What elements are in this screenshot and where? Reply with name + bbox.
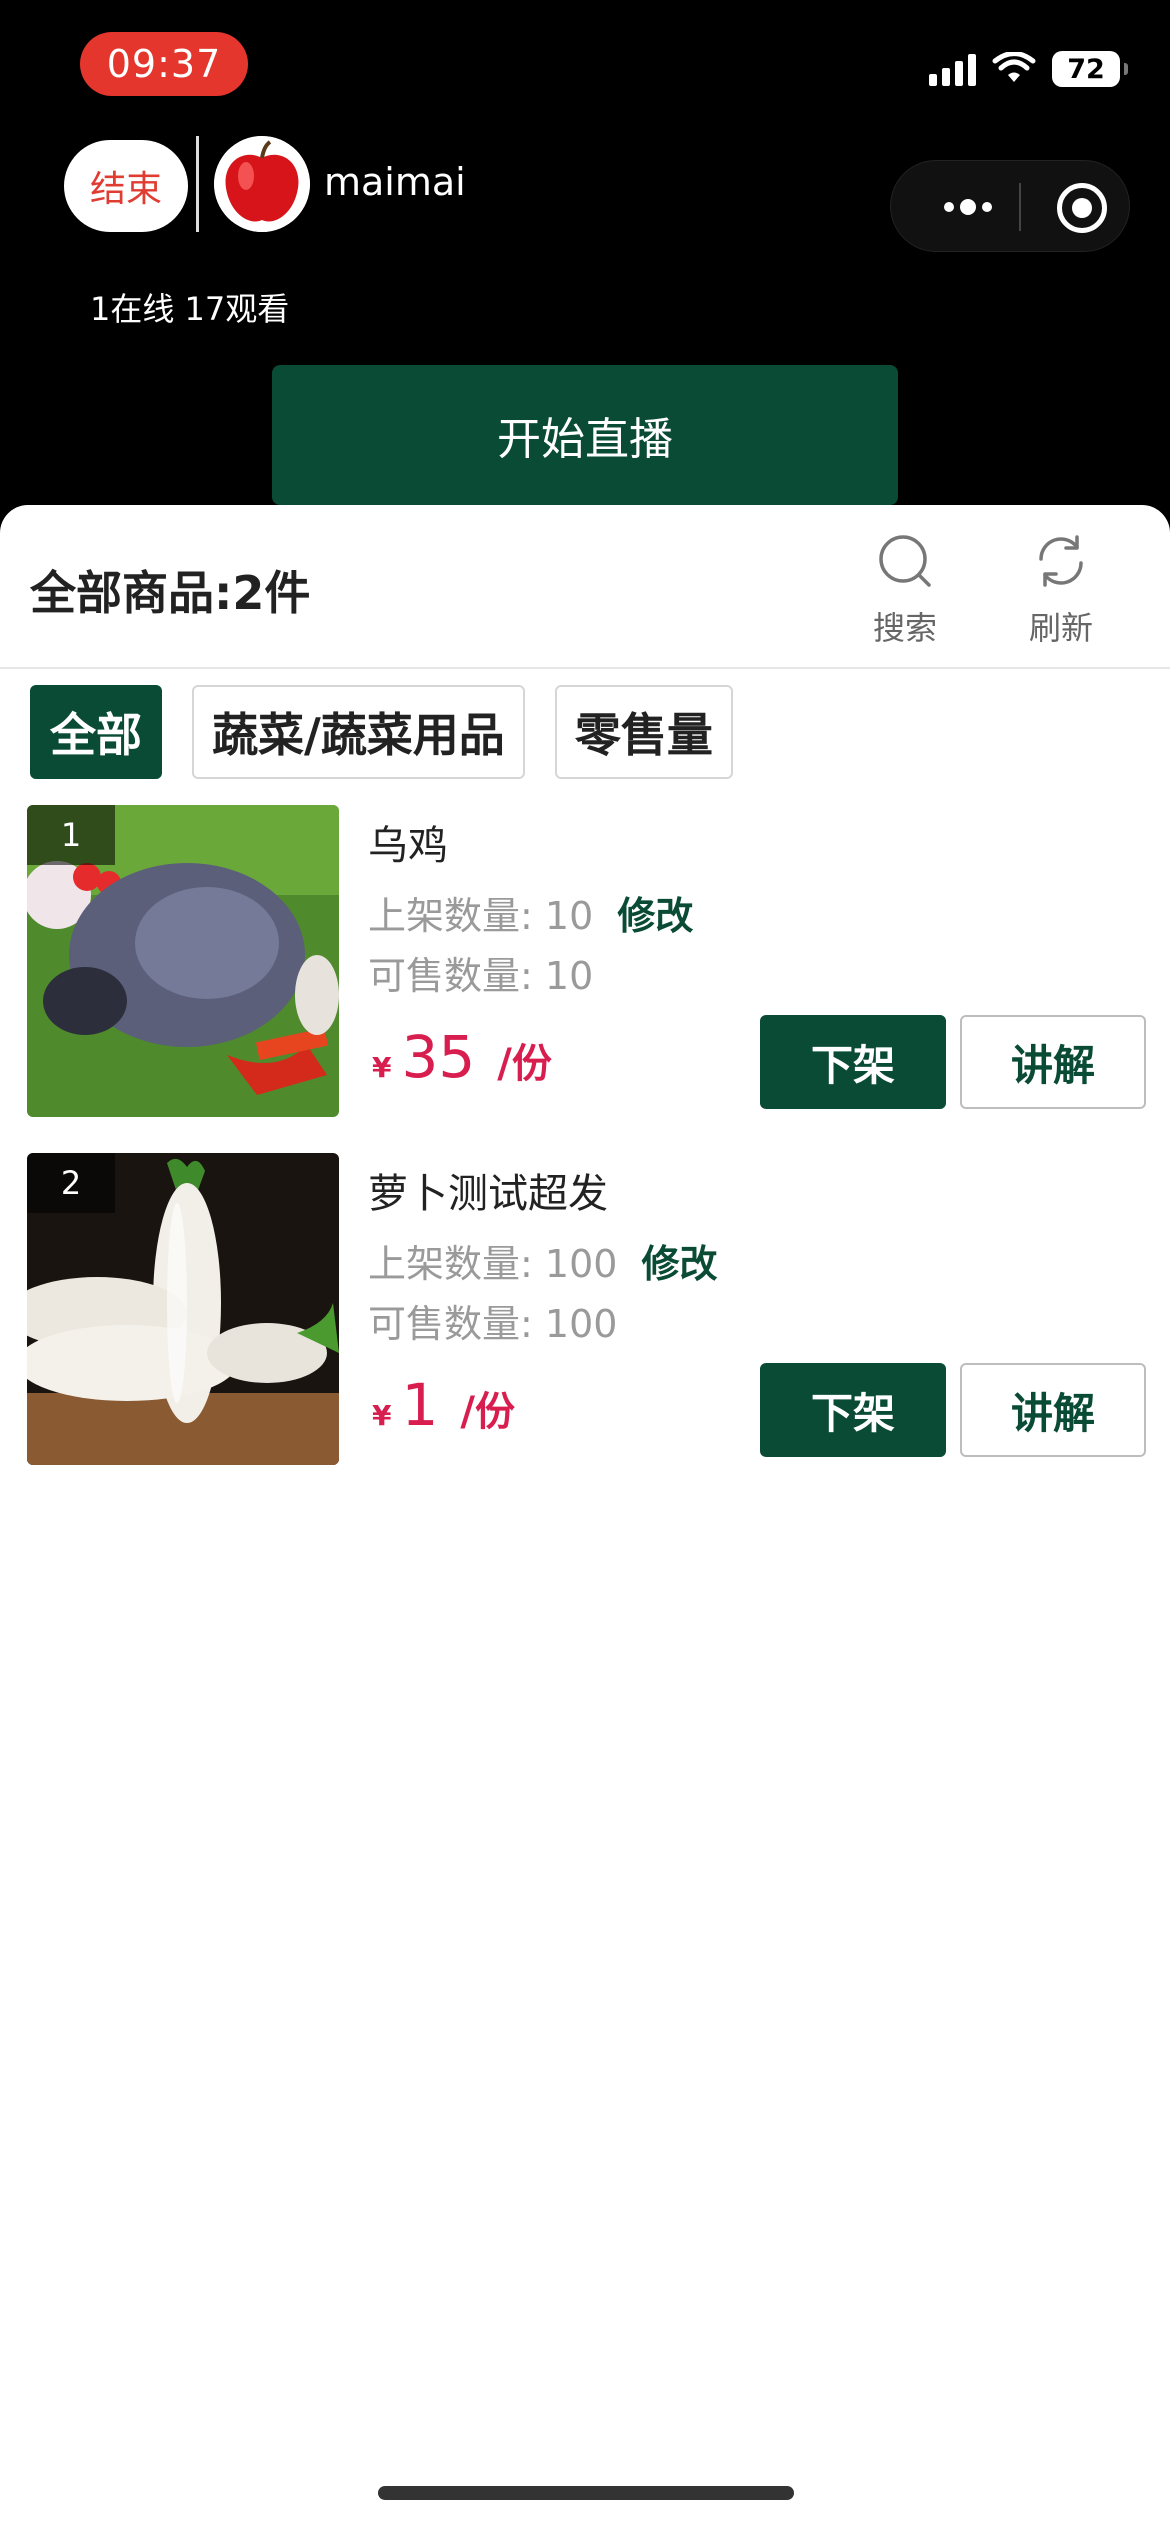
start-live-button[interactable]: 开始直播 xyxy=(272,365,898,505)
refresh-label: 刷新 xyxy=(1028,609,1093,647)
header-divider xyxy=(196,136,199,232)
product-image[interactable]: 2 xyxy=(27,1153,339,1465)
refresh-icon xyxy=(1039,535,1083,587)
category-tabs: 全部 蔬菜/蔬菜用品 零售量 xyxy=(30,685,733,779)
available-quantity-row: 可售数量: 10 xyxy=(368,945,593,1000)
product-price: ¥ 35 /份 xyxy=(372,1023,552,1091)
currency-symbol: ¥ xyxy=(372,1051,392,1084)
tab-retail[interactable]: 零售量 xyxy=(554,685,733,779)
host-username: maimai xyxy=(324,160,466,204)
panel-divider xyxy=(0,667,1170,669)
listed-quantity-row: 上架数量: 100 修改 xyxy=(368,1233,718,1288)
product-panel: 全部商品:2件 搜索 刷新 全部 蔬菜/蔬菜用品 零售量 1 乌鸡 上架数量: … xyxy=(0,505,1170,2532)
explain-button[interactable]: 讲解 xyxy=(960,1015,1146,1109)
apple-avatar-image xyxy=(214,136,310,232)
miniprogram-capsule xyxy=(890,160,1130,252)
tab-vegetables[interactable]: 蔬菜/蔬菜用品 xyxy=(192,685,525,779)
status-time: 09:37 xyxy=(80,32,248,96)
close-miniprogram-icon[interactable] xyxy=(1057,183,1107,233)
product-image[interactable]: 1 xyxy=(27,805,339,1117)
status-icons: 72 xyxy=(929,48,1128,90)
take-down-button[interactable]: 下架 xyxy=(760,1015,946,1109)
price-unit: /份 xyxy=(497,1041,552,1087)
product-item: 1 乌鸡 上架数量: 10 修改 可售数量: 10 ¥ 35 /份 下架 讲解 xyxy=(0,805,1170,1119)
currency-symbol: ¥ xyxy=(372,1399,392,1432)
tab-all[interactable]: 全部 xyxy=(30,685,162,779)
available-quantity-label: 可售数量: xyxy=(368,954,533,998)
explain-button[interactable]: 讲解 xyxy=(960,1363,1146,1457)
listed-quantity-value: 10 xyxy=(544,894,594,938)
home-indicator[interactable] xyxy=(378,2486,794,2500)
price-value: 1 xyxy=(401,1371,439,1439)
edit-quantity-link[interactable]: 修改 xyxy=(617,894,693,938)
available-quantity-row: 可售数量: 100 xyxy=(368,1293,617,1348)
price-unit: /份 xyxy=(460,1389,515,1435)
wifi-icon xyxy=(992,52,1036,82)
listed-quantity-label: 上架数量: xyxy=(368,894,533,938)
product-price: ¥ 1 /份 xyxy=(372,1371,515,1439)
price-value: 35 xyxy=(401,1023,476,1091)
take-down-button[interactable]: 下架 xyxy=(760,1363,946,1457)
product-name: 萝卜测试超发 xyxy=(368,1171,608,1217)
more-icon[interactable] xyxy=(925,161,1011,253)
listed-quantity-label: 上架数量: xyxy=(368,1242,533,1286)
viewer-stats: 1在线 17观看 xyxy=(90,290,290,328)
edit-quantity-link[interactable]: 修改 xyxy=(642,1242,718,1286)
battery-icon: 72 xyxy=(1052,51,1128,87)
end-live-button[interactable]: 结束 xyxy=(64,140,188,232)
search-button[interactable]: 搜索 xyxy=(850,533,960,649)
available-quantity-value: 10 xyxy=(544,954,594,998)
product-item: 2 萝卜测试超发 上架数量: 100 修改 可售数量: 100 ¥ 1 /份 下… xyxy=(0,1153,1170,1467)
listed-quantity-value: 100 xyxy=(544,1242,618,1286)
live-room-screen: 09:37 72 结束 maimai 1在线 17观看 开始直播 全部商品:2件… xyxy=(0,0,1170,2532)
available-quantity-value: 100 xyxy=(544,1302,618,1346)
product-index-badge: 2 xyxy=(27,1153,115,1213)
refresh-button[interactable]: 刷新 xyxy=(1006,533,1116,649)
panel-title: 全部商品:2件 xyxy=(30,566,311,620)
cellular-signal-icon xyxy=(929,52,976,86)
search-icon xyxy=(879,535,931,587)
avatar[interactable] xyxy=(214,136,310,232)
search-label: 搜索 xyxy=(872,609,937,647)
product-index-badge: 1 xyxy=(27,805,115,865)
listed-quantity-row: 上架数量: 10 修改 xyxy=(368,885,693,940)
available-quantity-label: 可售数量: xyxy=(368,1302,533,1346)
product-name: 乌鸡 xyxy=(368,823,448,869)
capsule-divider xyxy=(1019,183,1021,231)
